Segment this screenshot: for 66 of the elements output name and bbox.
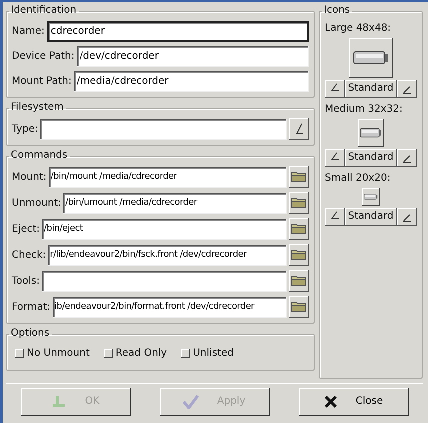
browse-button[interactable] bbox=[289, 296, 309, 318]
command-field[interactable]: r/lib/endeavour2/bin/fsck.front /dev/cdrecorder bbox=[48, 244, 287, 266]
field-label: Type: bbox=[12, 122, 38, 136]
drive-icon bbox=[360, 128, 382, 138]
field-label: Eject: bbox=[12, 222, 40, 236]
text-field[interactable]: cdrecorder bbox=[46, 21, 309, 42]
size-label: Large 48x48: bbox=[325, 22, 392, 36]
command-field[interactable]: /bin/mount /media/cdrecorder bbox=[48, 166, 287, 188]
command-field[interactable]: ib/endeavour2/bin/format.front /dev/cdrecorder bbox=[52, 296, 287, 318]
folder-icon bbox=[291, 301, 307, 313]
text-field[interactable]: /media/cdrecorder bbox=[74, 71, 309, 92]
icon-button[interactable] bbox=[349, 38, 393, 78]
next-button[interactable] bbox=[397, 149, 417, 167]
next-button[interactable] bbox=[397, 208, 417, 226]
group-title: Icons bbox=[323, 5, 352, 17]
folder-icon bbox=[291, 275, 307, 287]
close-button[interactable]: Close bbox=[298, 388, 408, 416]
group-title: Options bbox=[10, 328, 51, 340]
dropdown-button[interactable] bbox=[289, 118, 309, 140]
browse-button[interactable] bbox=[289, 166, 309, 188]
browse-button[interactable] bbox=[289, 244, 309, 266]
checkbox-label: No Unmount bbox=[27, 347, 90, 361]
command-field[interactable] bbox=[42, 270, 287, 292]
icon-style-label: Standard bbox=[345, 149, 397, 167]
next-button[interactable] bbox=[397, 80, 417, 98]
field-label: Check: bbox=[12, 248, 46, 262]
checkbox-label: Unlisted bbox=[193, 347, 234, 361]
size-label: Small 20x20: bbox=[325, 172, 392, 186]
folder-icon bbox=[291, 197, 307, 209]
browse-button[interactable] bbox=[289, 270, 309, 292]
size-label: Medium 32x32: bbox=[325, 103, 404, 117]
folder-icon bbox=[291, 223, 307, 235]
icon-style-label: Standard bbox=[345, 80, 397, 98]
command-field[interactable]: /bin/eject bbox=[42, 218, 287, 240]
field-label: Mount Path: bbox=[12, 75, 72, 89]
drive-icon bbox=[364, 194, 378, 200]
previous-button[interactable] bbox=[325, 208, 345, 226]
checkbox-label: Read Only bbox=[116, 347, 168, 361]
field-label: Tools: bbox=[12, 274, 40, 288]
checkbox[interactable]: Unlisted bbox=[181, 346, 234, 361]
folder-icon bbox=[291, 249, 307, 261]
browse-button[interactable] bbox=[289, 192, 309, 214]
icon-button[interactable] bbox=[358, 119, 384, 147]
field-label: Format: bbox=[12, 300, 51, 314]
folder-icon bbox=[291, 171, 307, 183]
drive-icon bbox=[353, 51, 389, 65]
group-title: Identification bbox=[10, 5, 78, 17]
group-title: Commands bbox=[10, 150, 69, 162]
browse-button[interactable] bbox=[289, 218, 309, 240]
checkbox[interactable]: Read Only bbox=[104, 346, 168, 361]
previous-button[interactable] bbox=[325, 80, 345, 98]
previous-button[interactable] bbox=[325, 149, 345, 167]
close-icon bbox=[324, 394, 338, 408]
icon-button[interactable] bbox=[362, 188, 380, 206]
field-label: Unmount: bbox=[12, 196, 62, 210]
icon-style-label: Standard bbox=[345, 208, 397, 226]
group-title: Filesystem bbox=[10, 102, 65, 114]
command-field[interactable]: /bin/umount /media/cdrecorder bbox=[63, 192, 287, 214]
slash-icon bbox=[294, 123, 304, 135]
text-field[interactable]: /dev/cdrecorder bbox=[76, 46, 309, 67]
checkbox[interactable]: No Unmount bbox=[15, 346, 90, 361]
type-field[interactable] bbox=[40, 118, 287, 140]
field-label: Mount: bbox=[12, 170, 47, 184]
field-label: Name: bbox=[12, 25, 45, 39]
field-label: Device Path: bbox=[12, 50, 75, 64]
checkmark-icon bbox=[183, 394, 200, 408]
